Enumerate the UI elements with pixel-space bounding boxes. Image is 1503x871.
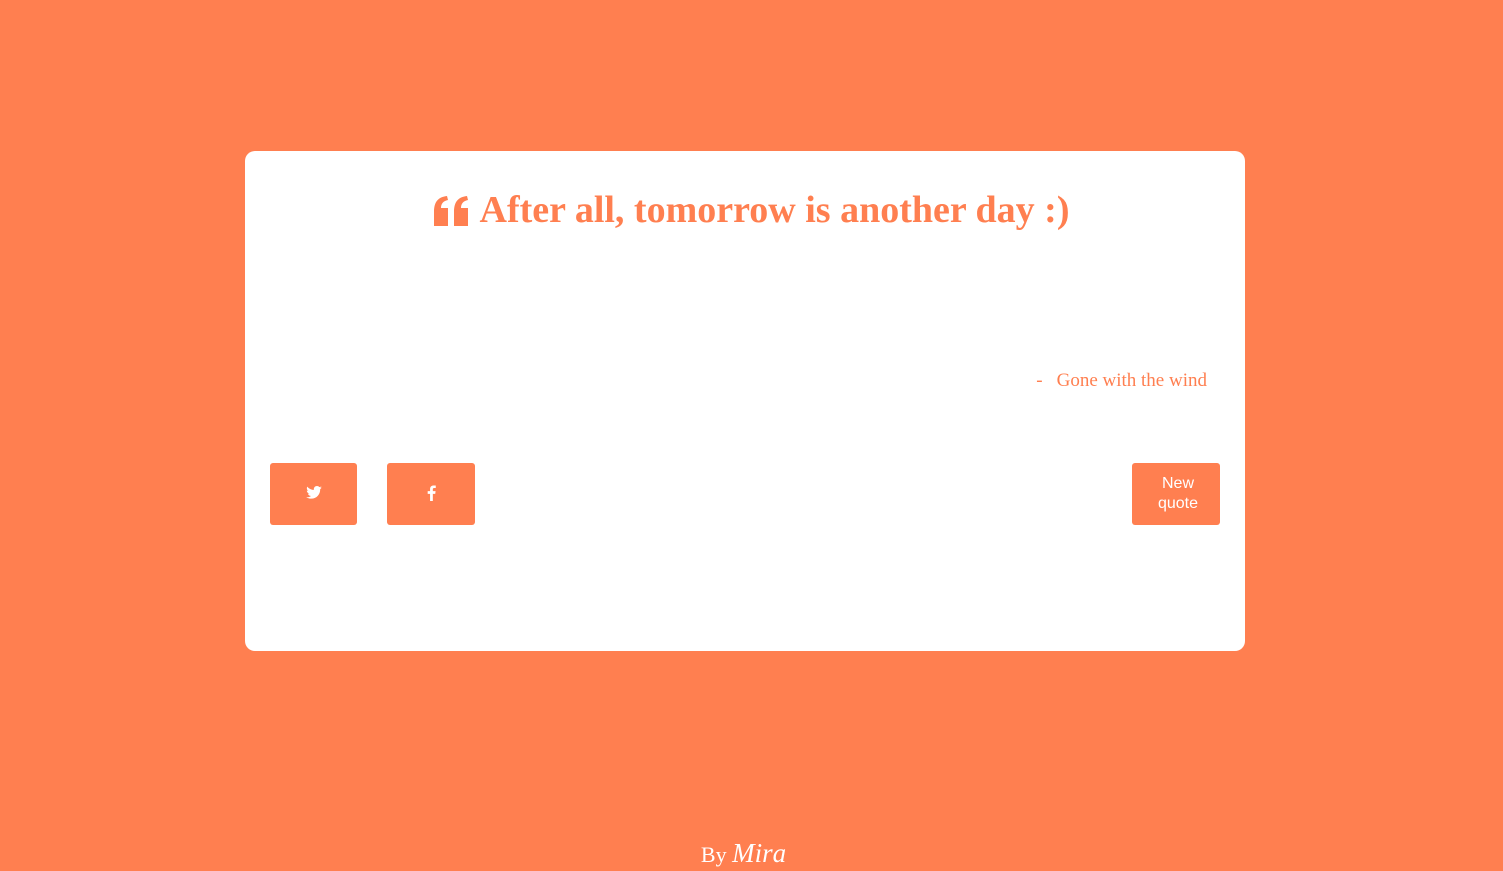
quote-left-icon <box>433 192 470 236</box>
new-quote-label: New quote <box>1157 475 1199 512</box>
author-credit-name: Mira <box>732 838 787 868</box>
footer-credit: By Mira <box>0 838 1487 870</box>
author-dash: - <box>1036 370 1043 391</box>
facebook-share-button[interactable] <box>387 463 475 525</box>
author-name: Gone with the wind <box>1056 370 1207 391</box>
twitter-icon <box>305 486 322 502</box>
footer-prefix: By <box>700 842 727 867</box>
facebook-icon <box>427 484 436 504</box>
quote-text: After all, tomorrow is another day :) <box>479 189 1070 231</box>
quote-author: - Gone with the wind <box>1036 369 1207 393</box>
tweet-button[interactable] <box>270 463 357 525</box>
new-quote-button[interactable]: New quote <box>1132 463 1220 525</box>
quote-text-heading: After all, tomorrow is another day :) <box>0 188 1503 236</box>
